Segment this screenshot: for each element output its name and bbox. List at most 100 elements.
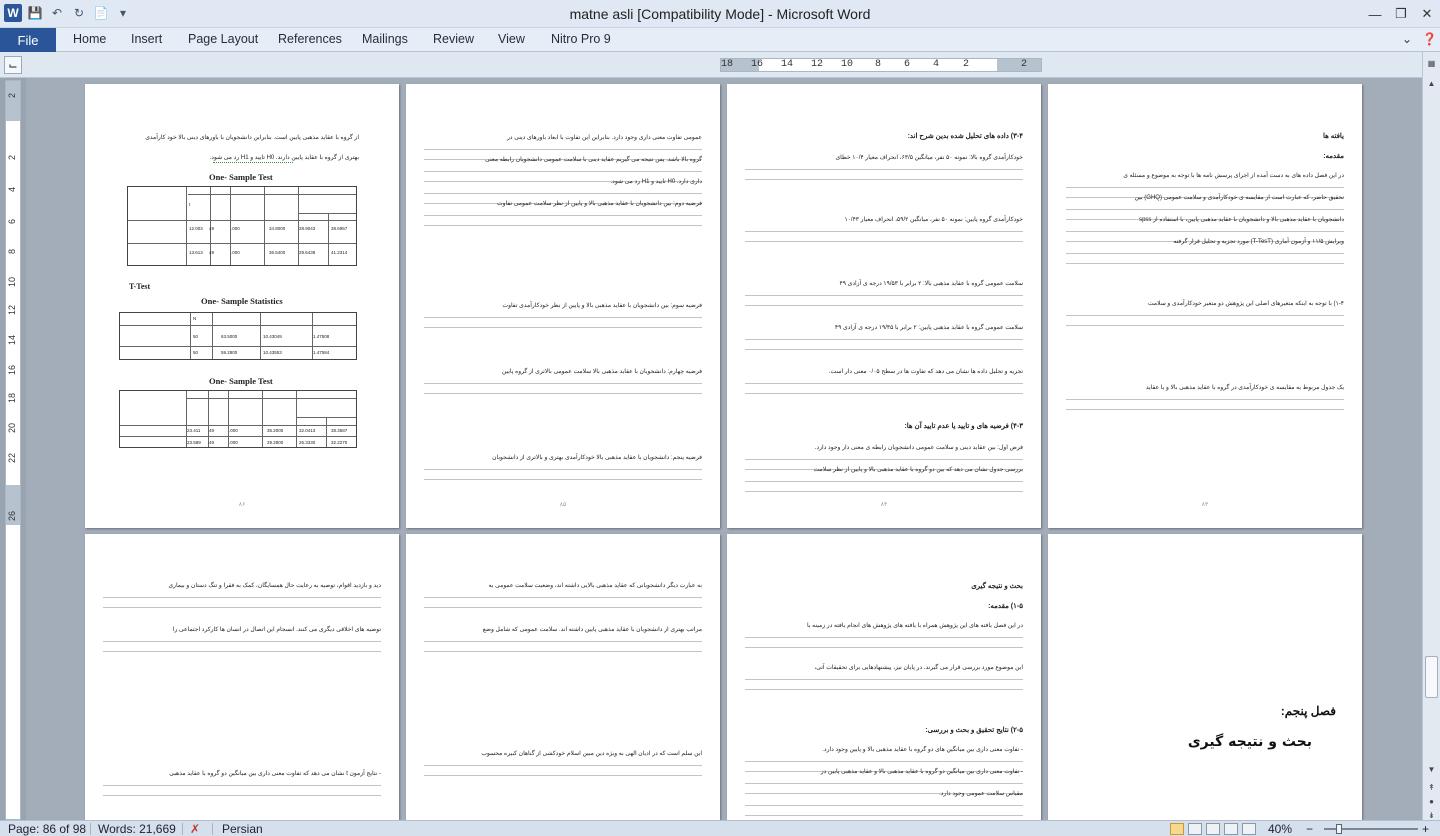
table-cell: 50 [193, 334, 199, 339]
table-cell: 49 [209, 440, 215, 445]
ruler-tick: 12 [7, 305, 17, 316]
page-text-line: ۱-۴) با توجه به اینکه متغیرهای اصلی این … [1148, 301, 1344, 307]
page-83[interactable]: یافته ها مقدمه: در این فصل داده های به دست… [1048, 84, 1362, 528]
word-count[interactable]: Words: 21,669 [98, 822, 176, 836]
table-cell: 34.8000 [269, 226, 286, 231]
scroll-up-icon[interactable]: ▲ [1425, 76, 1438, 90]
ruler-tick: 2 [7, 93, 17, 99]
table-cell: 29.2800 [267, 440, 284, 445]
table-cell: 23.411 [187, 428, 201, 433]
page-text-line: فرضیه چهارم: دانشجویان با عقاید مذهبی با… [501, 369, 702, 375]
page-text-line: فرضیه دوم: بین دانشجویان با عقاید مذهبی … [497, 201, 702, 207]
proofing-icon[interactable]: ✗ [190, 822, 200, 836]
page-text-line: خودکارآمدی گروه پایین: نمونه ۵۰ نفر، میا… [844, 217, 1023, 223]
text-line [745, 305, 1023, 306]
t-test-heading: T-Test [129, 282, 151, 291]
language-indicator[interactable]: Persian [222, 822, 263, 836]
table-cell: 49 [209, 250, 215, 255]
text-line [745, 761, 1023, 762]
tab-home[interactable]: Home [73, 32, 106, 46]
text-line [745, 815, 1023, 816]
scroll-thumb[interactable] [1425, 656, 1438, 698]
tab-insert[interactable]: Insert [131, 32, 162, 46]
page-84[interactable]: ۳-۴) داده های تحلیل شده بدین شرح اند: خود… [727, 84, 1041, 528]
horizontal-ruler[interactable]: 18 16 14 12 10 8 6 4 2 2 [720, 58, 1042, 72]
draft-icon[interactable] [1242, 823, 1256, 835]
section-heading: ۳-۴) داده های تحلیل شده بدین شرح اند: [907, 133, 1023, 140]
ruler-tick: 4 [933, 59, 940, 70]
help-icon[interactable]: ❓ [1422, 32, 1437, 46]
tab-file[interactable]: File [0, 28, 56, 52]
page-count[interactable]: Page: 86 of 98 [8, 822, 86, 836]
vertical-ruler[interactable]: 2 2 4 6 8 10 12 14 16 18 20 22 26 [5, 80, 21, 820]
page-text-line: - تفاوت معنی داری بین میانگین دو گروه با… [820, 769, 1023, 775]
tab-review[interactable]: Review [433, 32, 474, 46]
text-line [745, 383, 1023, 384]
table-cell: 32.0413 [299, 428, 316, 433]
text-line [1066, 209, 1344, 210]
table-cell: 32.2270 [331, 440, 348, 445]
page-88[interactable]: بحث و نتیجه گیری ۱-۵) مقدمه: در این فصل یا… [727, 534, 1041, 820]
ruler-tick: 18 [7, 393, 17, 404]
table-cell: 49 [209, 428, 215, 433]
vertical-scrollbar[interactable]: ▦ ▲ ▼ ↟ ● ↡ [1422, 52, 1440, 820]
web-layout-icon[interactable] [1206, 823, 1220, 835]
full-screen-reading-icon[interactable] [1188, 823, 1202, 835]
page-text-line: - نتایج آزمون t نشان می دهد که تفاوت معن… [169, 771, 381, 777]
text-line [424, 607, 702, 608]
text-line [745, 179, 1023, 180]
page-86[interactable]: از گروه با عقاید مذهبی پایین است. بنابرا… [85, 84, 399, 528]
text-line [424, 215, 702, 216]
zoom-slider-thumb[interactable] [1336, 824, 1342, 834]
tab-selector[interactable]: ⌙ [4, 56, 22, 74]
page-number: ۸۳ [1201, 502, 1209, 508]
tab-nitro[interactable]: Nitro Pro 9 [551, 32, 611, 46]
ribbon-minimize-icon[interactable]: ⌄ [1402, 32, 1412, 46]
page-text-line: بررسی جدول نشان می دهد که بین دو گروه با… [813, 467, 1023, 473]
section-heading: یافته ها [1322, 133, 1344, 140]
page-text-line: فرضیه سوم: بین دانشجویان با عقاید مذهبی … [502, 303, 702, 309]
tab-mailings[interactable]: Mailings [362, 32, 408, 46]
close-button[interactable]: ✕ [1404, 0, 1440, 28]
ruler-tick: 8 [7, 249, 17, 255]
text-line [745, 481, 1023, 482]
browse-object-icon[interactable]: ● [1425, 794, 1438, 808]
table-cell: .000 [229, 440, 238, 445]
page-text-line: - تفاوت معنی داری بین میانگین های دو گرو… [822, 747, 1023, 753]
text-line [1066, 315, 1344, 316]
page-89[interactable]: به عبارت دیگر دانشجویانی که عقاید مذهبی … [406, 534, 720, 820]
table-cell: 50 [193, 350, 199, 355]
page-text-line: تجزیه و تحلیل داده ها نشان می دهد که تفا… [828, 369, 1023, 375]
table-cell: 1.47584 [313, 350, 330, 355]
zoom-in-button[interactable]: + [1422, 822, 1429, 836]
page-text-line: داری دارد. H0 تایید و H1 رد می شود. [610, 179, 702, 185]
outline-icon[interactable] [1224, 823, 1238, 835]
text-line [424, 171, 702, 172]
table-cell: 10.43049 [263, 334, 282, 339]
ruler-tick: 6 [7, 219, 17, 225]
page-87[interactable]: فصل پنجم: بحث و نتیجه گیری [1048, 534, 1362, 820]
table-cell: 35.2000 [267, 428, 284, 433]
zoom-level[interactable]: 40% [1268, 822, 1292, 836]
text-line [745, 679, 1023, 680]
title-bar: W 💾 ↶ ↻ 📄 ▾ matne asli [Compatibility Mo… [0, 0, 1440, 28]
table-cell: t [189, 202, 191, 207]
tab-page-layout[interactable]: Page Layout [188, 32, 258, 46]
scroll-down-icon[interactable]: ▼ [1425, 762, 1438, 776]
zoom-out-button[interactable]: − [1306, 822, 1313, 836]
print-layout-icon[interactable] [1170, 823, 1184, 835]
tab-references[interactable]: References [278, 32, 342, 46]
page-text-line: مراتب بهتری از دانشجویان با عقاید مذهبی … [482, 627, 702, 633]
text-line [1066, 187, 1344, 188]
page-text-line: در این فصل یافته های این پژوهش همراه با … [807, 623, 1023, 629]
table-title: One- Sample Test [209, 172, 273, 182]
ruler-toggle-icon[interactable]: ▦ [1425, 56, 1438, 70]
tab-view[interactable]: View [498, 32, 525, 46]
text-line [1066, 325, 1344, 326]
text-line [745, 805, 1023, 806]
ruler-tick: 16 [751, 59, 764, 70]
prev-page-icon[interactable]: ↟ [1425, 780, 1438, 794]
page-85[interactable]: عمومی تفاوت معنی داری وجود دارد. بنابرای… [406, 84, 720, 528]
page-90[interactable]: دید و بازدید اقوام، توصیه به رعایت حال ه… [85, 534, 399, 820]
document-area[interactable]: از گروه با عقاید مذهبی پایین است. بنابرا… [26, 78, 1422, 820]
